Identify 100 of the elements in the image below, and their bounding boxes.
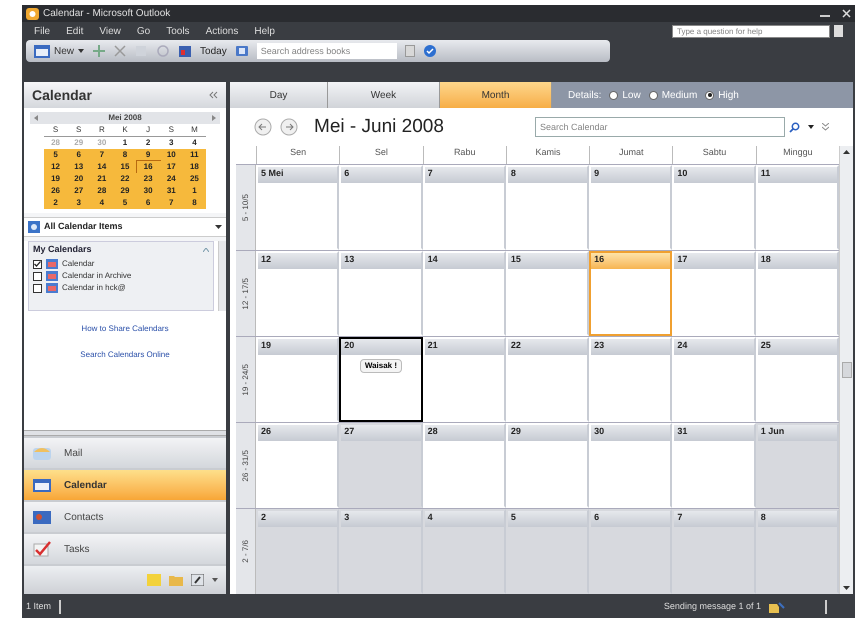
day-cell[interactable]: 9 xyxy=(589,165,672,250)
mini-calendar-day[interactable]: 5 xyxy=(44,149,68,161)
radio-button[interactable] xyxy=(648,90,658,100)
day-cell[interactable]: 28 xyxy=(422,423,506,508)
day-cell[interactable]: 30 xyxy=(589,423,672,508)
day-cell[interactable]: 19 xyxy=(256,337,340,422)
mini-calendar-day[interactable]: 13 xyxy=(67,161,90,173)
search-icon[interactable] xyxy=(789,122,800,132)
day-cell[interactable]: 31 xyxy=(672,423,756,508)
day-cell[interactable]: 5 Mei xyxy=(256,165,340,250)
day-cell[interactable]: 25 xyxy=(756,337,839,422)
mini-calendar-day[interactable]: 6 xyxy=(136,197,160,209)
mini-calendar-day[interactable]: 10 xyxy=(160,149,183,161)
address-book-icon[interactable] xyxy=(234,44,249,58)
menu-item[interactable]: Tools xyxy=(166,24,190,38)
mini-calendar-day[interactable]: 1 xyxy=(182,185,206,197)
mini-calendar-day[interactable]: 31 xyxy=(160,185,183,197)
mini-calendar-day[interactable]: 16 xyxy=(136,161,160,173)
mini-calendar-day[interactable]: 3 xyxy=(67,197,90,209)
day-cell[interactable]: 8 xyxy=(506,165,590,250)
nav-button[interactable]: Mail xyxy=(24,438,226,468)
day-cell[interactable]: 7 xyxy=(422,165,506,250)
nav-button[interactable]: Contacts xyxy=(24,502,226,532)
mini-calendar-day[interactable]: 15 xyxy=(113,161,137,173)
dropdown-arrow-icon[interactable] xyxy=(808,125,814,129)
day-cell[interactable]: 27 xyxy=(339,423,423,508)
mini-calendar-day[interactable]: 6 xyxy=(67,149,90,161)
section-title[interactable]: My Calendars xyxy=(33,243,92,257)
day-cell[interactable]: 21 xyxy=(422,337,506,422)
configure-buttons-icon[interactable] xyxy=(212,578,218,582)
mini-calendar-day[interactable]: 7 xyxy=(90,149,114,161)
menu-item[interactable]: Go xyxy=(136,24,150,38)
checkbox[interactable] xyxy=(33,272,42,280)
mini-calendar-day[interactable]: 8 xyxy=(182,197,206,209)
previous-month-icon[interactable] xyxy=(34,115,38,121)
mini-calendar-day[interactable]: 21 xyxy=(90,173,114,185)
day-cell[interactable]: 18 xyxy=(756,251,839,336)
day-cell[interactable]: 6 xyxy=(589,509,672,594)
calendar-item[interactable]: Calendar xyxy=(62,258,94,270)
day-cell[interactable]: 29 xyxy=(506,423,590,508)
dropdown-arrow-icon[interactable] xyxy=(78,49,84,53)
day-cell[interactable]: 17 xyxy=(672,251,756,336)
day-cell[interactable]: 13 xyxy=(339,251,423,336)
minimize-button[interactable] xyxy=(820,14,830,16)
day-cell[interactable]: 23 xyxy=(589,337,672,422)
mini-calendar-day[interactable]: 22 xyxy=(113,173,137,185)
link[interactable]: How to Share Calendars xyxy=(81,323,169,335)
address-book-search-field[interactable]: Search address books xyxy=(256,43,397,59)
scrollbar[interactable] xyxy=(218,241,226,311)
day-cell[interactable]: 16 xyxy=(589,251,672,336)
menu-item[interactable]: Edit xyxy=(66,24,84,38)
mini-calendar-day[interactable]: 23 xyxy=(136,173,160,185)
mini-calendar-day[interactable]: 2 xyxy=(44,197,68,209)
calendar-grid-icon[interactable] xyxy=(178,44,192,58)
mini-calendar-day[interactable]: 19 xyxy=(44,173,68,185)
mini-calendar-day[interactable]: 29 xyxy=(113,185,137,197)
send-receive-icon[interactable] xyxy=(769,601,785,613)
mini-calendar-day[interactable]: 24 xyxy=(160,173,183,185)
day-cell[interactable]: 22 xyxy=(506,337,590,422)
mini-calendar-day[interactable]: 4 xyxy=(90,197,114,209)
menu-item[interactable]: File xyxy=(34,24,50,38)
day-cell[interactable]: 12 xyxy=(256,251,340,336)
scroll-up-icon[interactable] xyxy=(843,150,850,154)
day-cell[interactable]: 24 xyxy=(672,337,756,422)
mini-calendar-day[interactable]: 5 xyxy=(113,197,137,209)
dropdown-arrow-icon[interactable] xyxy=(215,225,222,229)
mini-calendar-day[interactable]: 26 xyxy=(44,185,68,197)
day-cell[interactable]: 8 xyxy=(756,509,839,594)
day-cell[interactable]: 3 xyxy=(339,509,423,594)
day-cell[interactable]: 7 xyxy=(672,509,756,594)
view-tab[interactable]: Week xyxy=(328,82,440,108)
nav-button[interactable]: Tasks xyxy=(24,534,226,564)
day-cell[interactable]: 4 xyxy=(422,509,506,594)
scroll-thumb[interactable] xyxy=(842,362,852,378)
menu-item[interactable]: View xyxy=(99,24,121,38)
day-cell[interactable]: 2 xyxy=(256,509,340,594)
today-button[interactable]: Today xyxy=(200,44,227,58)
help-search-field[interactable]: Type a question for help xyxy=(672,24,830,38)
event-item[interactable]: Waisak ! xyxy=(360,359,402,373)
radio-button[interactable] xyxy=(705,90,714,100)
mini-calendar-day[interactable]: 7 xyxy=(160,197,183,209)
new-button[interactable]: New xyxy=(34,44,84,58)
calendar-item[interactable]: Calendar in hck@ xyxy=(62,282,126,294)
mini-calendar-day[interactable]: 18 xyxy=(182,161,206,173)
day-cell[interactable]: 11 xyxy=(756,165,839,250)
checkbox[interactable] xyxy=(33,260,42,268)
view-tab[interactable]: Month xyxy=(440,82,552,108)
mini-calendar-day[interactable]: 27 xyxy=(67,185,90,197)
calendar-search-field[interactable]: Search Calendar xyxy=(535,117,785,137)
help-icon[interactable] xyxy=(422,44,437,58)
view-tab[interactable]: Day xyxy=(230,82,328,108)
mini-calendar-day[interactable]: 28 xyxy=(90,185,114,197)
calendar-item[interactable]: Calendar in Archive xyxy=(62,270,132,282)
mini-calendar-day[interactable]: 12 xyxy=(44,161,68,173)
radio-button[interactable] xyxy=(609,90,618,100)
next-month-icon[interactable] xyxy=(212,115,216,121)
mini-calendar-day[interactable]: 14 xyxy=(90,161,114,173)
day-cell[interactable]: 15 xyxy=(506,251,590,336)
menu-item[interactable]: Actions xyxy=(206,24,238,38)
mini-calendar-day[interactable]: 17 xyxy=(160,161,183,173)
